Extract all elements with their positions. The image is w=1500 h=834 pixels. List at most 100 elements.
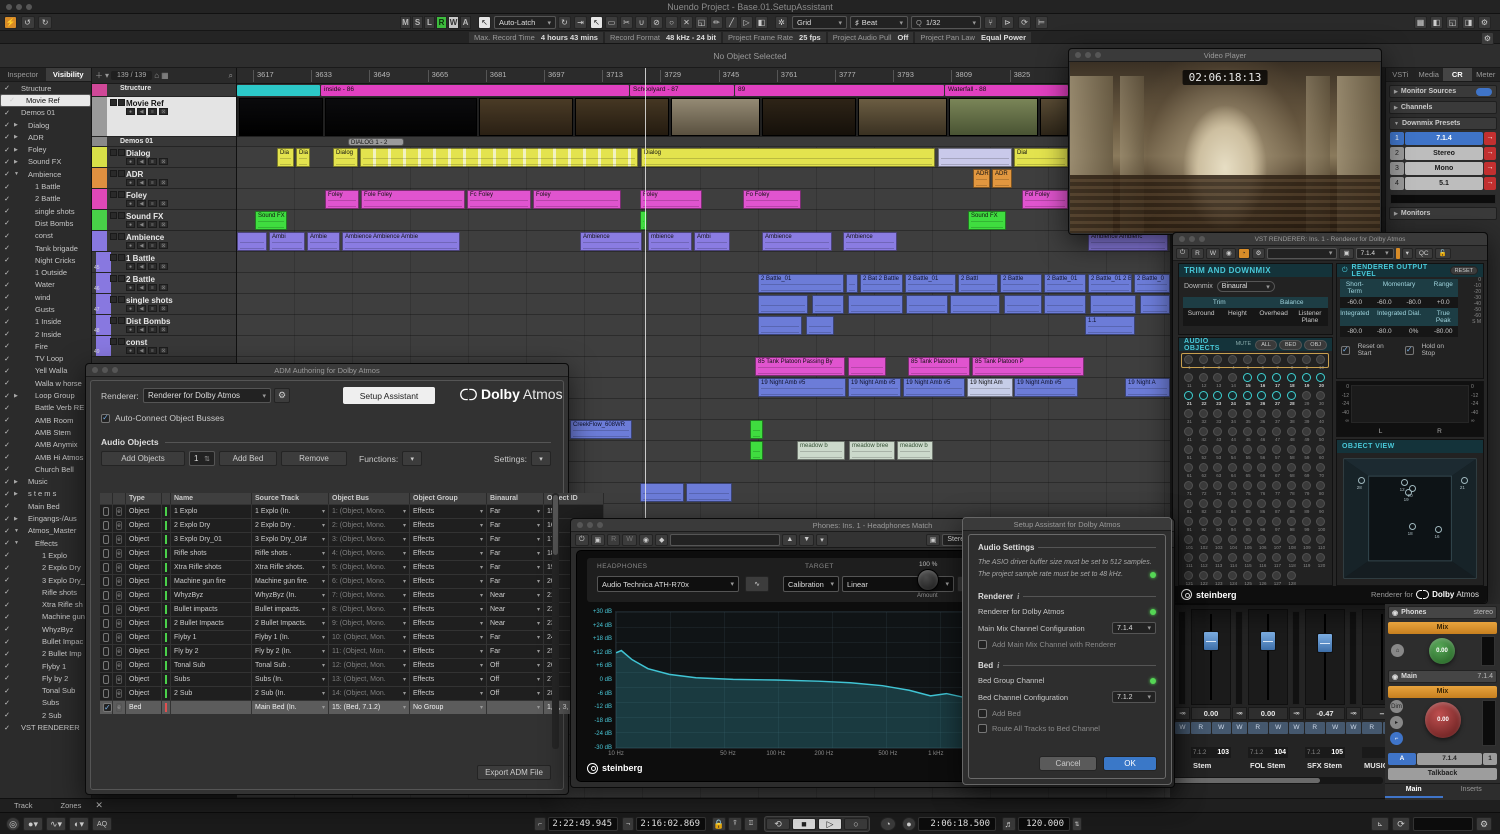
add-bed-checkbox[interactable]: ✓ — [978, 709, 987, 718]
solo-button[interactable] — [118, 317, 125, 324]
object-9[interactable]: 9 — [1300, 354, 1315, 372]
source-track-cell[interactable]: Main Bed (In.▾ — [252, 700, 329, 714]
monitor-button-7-1-4[interactable]: 7.1.4 — [1417, 753, 1482, 765]
object-78[interactable]: 78 — [1285, 480, 1300, 498]
binaural-cell[interactable]: Far▾ — [487, 504, 544, 518]
object-bus-cell[interactable]: 1: (Object, Mono.▾ — [329, 504, 410, 518]
mute-button[interactable] — [110, 170, 117, 177]
record-button[interactable]: ○ — [844, 818, 868, 830]
object-63[interactable]: 63 — [1211, 462, 1226, 480]
write-automation-button[interactable]: W — [622, 534, 637, 546]
mute-button[interactable] — [110, 212, 117, 219]
checkbox-icon[interactable] — [103, 647, 109, 656]
visibility-item-dist-bombs[interactable]: ✓Dist Bombs — [0, 217, 91, 229]
power-icon[interactable]: ⏻ — [1342, 267, 1348, 275]
track-control-icon[interactable]: ⊠ — [159, 263, 168, 270]
source-track-cell[interactable]: 2 Explo Dry .▾ — [252, 518, 329, 532]
mute-solo-buttons[interactable] — [110, 338, 125, 345]
object-73[interactable]: 73 — [1211, 480, 1226, 498]
object-110[interactable]: 110 — [1314, 534, 1329, 552]
event-fo-foley[interactable]: Fo Foley — [743, 190, 801, 209]
object-37[interactable]: 37 — [1270, 408, 1285, 426]
track-mini-controls[interactable]: ●◀≡⊠ — [126, 305, 168, 312]
track-mini-controls[interactable]: ●◀≡⊠ — [126, 263, 168, 270]
left-locator-time[interactable]: 2:22:49.945 — [548, 817, 618, 831]
lower-zone-icon[interactable]: ◱ — [1446, 16, 1459, 29]
object-bus-cell[interactable]: 15: (Bed, 7.1.2)▾ — [329, 700, 410, 714]
solo-button[interactable] — [118, 254, 125, 261]
object-3[interactable]: 3 — [1211, 354, 1226, 372]
event-dial[interactable]: Dial — [1014, 148, 1068, 167]
adm-row-xtra-rifle-shots[interactable]: eObjectXtra Rifle shotsXtra Rifle shots.… — [100, 560, 549, 574]
object-19[interactable]: 19 — [1300, 372, 1315, 390]
object-36[interactable]: 36 — [1255, 408, 1270, 426]
comp-tool[interactable]: ◱ — [695, 16, 708, 29]
visibility-item-movie-ref[interactable]: ✓Movie Ref — [0, 94, 91, 106]
visibility-item-walla-w-horse[interactable]: ✓Walla w horse — [0, 377, 91, 389]
event-sound-fx[interactable]: Sound FX — [968, 211, 1006, 230]
object-group-cell[interactable]: Effects▾ — [410, 602, 487, 616]
event-adr[interactable]: ADR — [992, 169, 1012, 188]
track-presets-icon[interactable]: ▾ — [105, 71, 109, 80]
object-97[interactable]: 97 — [1270, 516, 1285, 534]
color-cell[interactable] — [162, 574, 171, 588]
object-87[interactable]: 87 — [1270, 498, 1285, 516]
edit-icon[interactable]: e — [116, 619, 122, 628]
channel-name[interactable]: Stem — [1191, 759, 1231, 772]
channels-section[interactable]: ▶Channels — [1389, 101, 1497, 114]
visibility-item-2-explo-dry[interactable]: ✓2 Explo Dry — [0, 562, 91, 574]
track-control-icon[interactable]: ● — [126, 108, 135, 115]
track-control-icon[interactable]: ◀ — [137, 263, 146, 270]
iterative-quantize-icon[interactable]: ⑂ — [984, 16, 997, 29]
object-bus-cell[interactable]: 12: (Object, Mon.▾ — [329, 658, 410, 672]
track-control-icon[interactable]: ⊠ — [159, 326, 168, 333]
row-edit-button[interactable]: e — [113, 700, 126, 714]
object-34[interactable]: 34 — [1226, 408, 1241, 426]
track-mini-controls[interactable]: ●◀≡⊠ — [126, 326, 168, 333]
object-56[interactable]: 56 — [1255, 444, 1270, 462]
checkbox-icon[interactable] — [103, 689, 109, 698]
edit-icon[interactable]: e — [116, 577, 122, 586]
visibility-item-sound-fx[interactable]: ✓▶Sound FX — [0, 156, 91, 168]
solo-button[interactable] — [118, 170, 125, 177]
track-header-foley[interactable]: Foley●◀≡⊠ — [92, 189, 236, 210]
fader-value[interactable]: -0.47 — [1305, 707, 1345, 720]
source-track-cell[interactable]: Flyby 1 (In.▾ — [252, 630, 329, 644]
object-47[interactable]: 47 — [1270, 426, 1285, 444]
object-view-dot-12[interactable]: 12 — [1401, 479, 1408, 486]
channel-strip-105[interactable]: -0.47RW7.1.2105SFX Stem — [1305, 605, 1345, 798]
routing-select-icon[interactable]: ▾ — [1402, 248, 1413, 259]
main-level-knob[interactable]: 0.00 — [1425, 702, 1461, 738]
cr-subtab-main[interactable]: Main — [1385, 784, 1443, 798]
object-90[interactable]: 90 — [1314, 498, 1329, 516]
adm-row-flyby-1[interactable]: eObjectFlyby 1Flyby 1 (In.▾10: (Object, … — [100, 630, 549, 644]
event-tank[interactable] — [848, 357, 886, 376]
erase-tool[interactable]: ⊘ — [650, 16, 663, 29]
event-meadow-b[interactable]: meadow b — [797, 441, 845, 460]
visibility-item-fly-by-2[interactable]: ✓Fly by 2 — [0, 672, 91, 684]
row-checkbox[interactable] — [100, 686, 113, 700]
read-automation-button[interactable]: R — [1191, 248, 1204, 259]
checkbox-icon[interactable] — [103, 535, 109, 544]
object-38[interactable]: 38 — [1285, 408, 1300, 426]
automation-l-button[interactable]: L — [424, 16, 435, 29]
name-cell[interactable] — [171, 700, 252, 714]
name-cell[interactable]: Bullet impacts — [171, 602, 252, 616]
object-108[interactable]: 108 — [1285, 534, 1300, 552]
object-77[interactable]: 77 — [1270, 480, 1285, 498]
audio-activity-icon[interactable]: ∿▾ — [46, 817, 66, 831]
event-19-night-am[interactable]: 19 Night Am — [967, 378, 1013, 397]
track-control-icon[interactable]: ● — [126, 263, 135, 270]
event-dialog[interactable] — [938, 148, 1012, 167]
track-control-icon[interactable]: ⊠ — [159, 200, 168, 207]
previous-preset-icon[interactable]: ▲ — [782, 534, 797, 546]
object-6[interactable]: 6 — [1255, 354, 1270, 372]
event-ambience[interactable] — [237, 232, 267, 251]
object-86[interactable]: 86 — [1255, 498, 1270, 516]
mute-solo-buttons[interactable] — [110, 275, 125, 282]
setup-assistant-titlebar[interactable]: Setup Assistant for Dolby Atmos — [963, 518, 1171, 531]
object-group-cell[interactable]: Effects▾ — [410, 630, 487, 644]
object-76[interactable]: 76 — [1255, 480, 1270, 498]
mute-button[interactable] — [110, 149, 117, 156]
object-group-cell[interactable]: Effects▾ — [410, 616, 487, 630]
